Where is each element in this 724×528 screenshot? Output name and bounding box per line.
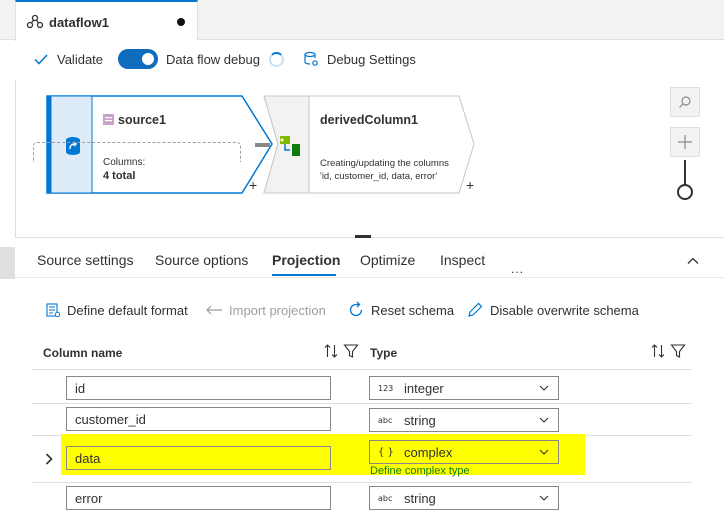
- tab-source-settings[interactable]: Source settings: [37, 252, 134, 268]
- format-icon: [46, 303, 61, 318]
- document-tab-bar: dataflow1: [0, 0, 724, 41]
- reset-schema-button[interactable]: Reset schema: [347, 300, 454, 320]
- type-select[interactable]: abc string: [369, 486, 559, 510]
- derived-desc-line2: 'id, customer_id, data, error': [320, 171, 438, 182]
- unsaved-dot-icon: [177, 18, 185, 26]
- tab-source-options[interactable]: Source options: [155, 252, 248, 268]
- validate-button[interactable]: Validate: [33, 40, 103, 78]
- row-divider: [32, 403, 692, 404]
- search-icon: [679, 96, 691, 108]
- tab-projection[interactable]: Projection: [272, 252, 340, 268]
- column-name-header-actions: [323, 343, 359, 359]
- filter-icon[interactable]: [343, 343, 359, 359]
- tab-inspect[interactable]: Inspect: [440, 252, 485, 268]
- source-columns-value: 4 total: [103, 170, 136, 182]
- debug-settings-button[interactable]: Debug Settings: [303, 40, 416, 78]
- type-header: Type: [370, 346, 398, 360]
- import-projection-label: Import projection: [229, 302, 326, 318]
- type-value: complex: [404, 444, 453, 460]
- integer-type-icon: 123: [378, 383, 394, 393]
- active-tab-indicator: [272, 274, 336, 276]
- database-gear-icon: [304, 51, 318, 66]
- drop-placeholder: [33, 142, 241, 162]
- toolbar: Validate Data flow debug Debug Settings: [0, 40, 724, 78]
- more-tabs-button[interactable]: ...: [511, 262, 524, 276]
- pencil-icon: [468, 302, 483, 317]
- plus-icon: [678, 135, 692, 149]
- canvas-border: [15, 80, 16, 237]
- chevron-down-icon: [539, 385, 549, 391]
- sort-icon[interactable]: [323, 343, 339, 359]
- tabs-border: [15, 277, 724, 278]
- row-divider: [32, 482, 692, 483]
- type-header-actions: [650, 343, 686, 359]
- column-name-input[interactable]: [66, 486, 331, 510]
- debug-toggle[interactable]: Data flow debug: [118, 40, 284, 78]
- type-value: integer: [404, 380, 444, 396]
- define-format-button[interactable]: Define default format: [45, 300, 188, 320]
- debug-settings-label: Debug Settings: [327, 51, 416, 67]
- derived-column-icon: [280, 136, 300, 156]
- source-add-button[interactable]: +: [249, 177, 257, 193]
- validate-label: Validate: [57, 51, 104, 67]
- reset-schema-label: Reset schema: [371, 302, 455, 318]
- column-name-input[interactable]: [66, 446, 331, 470]
- expand-row-chevron-icon[interactable]: [44, 452, 54, 466]
- type-select[interactable]: { } complex: [369, 440, 559, 464]
- source-type-icon: [103, 114, 114, 125]
- tab-title: dataflow1: [49, 15, 109, 30]
- tab-dataflow1[interactable]: dataflow1: [15, 0, 198, 41]
- row-divider: [32, 369, 692, 370]
- type-select[interactable]: abc string: [369, 408, 559, 432]
- column-name-input[interactable]: [66, 376, 331, 400]
- type-value: string: [404, 490, 436, 506]
- dataflow-icon: [26, 14, 44, 29]
- sort-icon[interactable]: [650, 343, 666, 359]
- zoom-in-button[interactable]: [670, 127, 700, 157]
- chevron-down-icon: [539, 449, 549, 455]
- type-value: string: [404, 412, 436, 428]
- chevron-down-icon: [539, 495, 549, 501]
- disable-overwrite-label: Disable overwrite schema: [490, 302, 639, 318]
- define-complex-type-link[interactable]: Define complex type: [370, 465, 470, 477]
- string-type-icon: abc: [378, 415, 393, 425]
- left-rail: [0, 247, 15, 279]
- derived-desc-line1: Creating/updating the columns: [320, 158, 449, 169]
- column-name-header: Column name: [43, 346, 123, 360]
- define-format-label: Define default format: [67, 302, 188, 318]
- refresh-icon: [349, 301, 363, 317]
- derived-add-button[interactable]: +: [466, 177, 474, 193]
- complex-type-icon: { }: [378, 446, 394, 458]
- column-name-input[interactable]: [66, 407, 331, 431]
- chevron-up-icon[interactable]: [686, 256, 700, 266]
- tab-optimize[interactable]: Optimize: [360, 252, 415, 268]
- debug-toggle-label: Data flow debug: [166, 51, 260, 67]
- toggle-switch[interactable]: [118, 49, 158, 69]
- import-projection-button[interactable]: Import projection: [205, 300, 326, 320]
- zoom-slider-thumb[interactable]: [677, 184, 693, 200]
- disable-overwrite-button[interactable]: Disable overwrite schema: [466, 300, 639, 320]
- string-type-icon: abc: [378, 493, 393, 503]
- chevron-down-icon: [539, 417, 549, 423]
- checkmark-icon: [34, 54, 48, 65]
- source-node-title[interactable]: source1: [118, 113, 166, 127]
- derived-node-title[interactable]: derivedColumn1: [320, 113, 418, 127]
- loading-spinner-icon: [268, 51, 284, 67]
- arrow-left-icon: [206, 305, 222, 315]
- filter-icon[interactable]: [670, 343, 686, 359]
- zoom-search-button[interactable]: [670, 87, 700, 117]
- type-select[interactable]: 123 integer: [369, 376, 559, 400]
- panel-resize-handle[interactable]: [355, 235, 371, 238]
